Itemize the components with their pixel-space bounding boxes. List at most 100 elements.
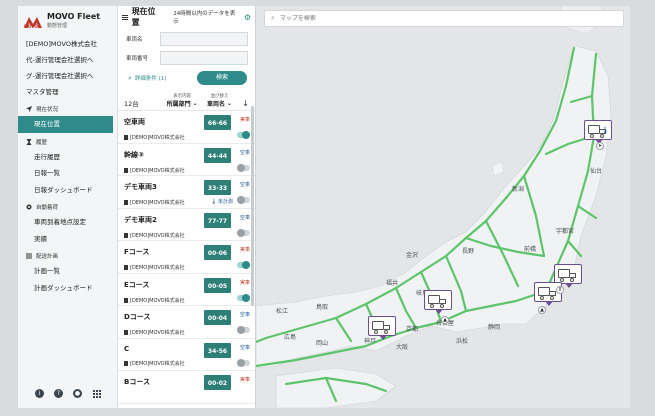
data-range-note: 24時間以内のデータを表示 bbox=[173, 11, 236, 25]
city-label: 長野 bbox=[462, 248, 475, 255]
plate-number: 00-06 bbox=[207, 250, 228, 257]
status-badge: 実車 bbox=[239, 279, 250, 286]
city-label: 鳥取 bbox=[316, 304, 329, 311]
vehicle-toggle[interactable] bbox=[237, 358, 250, 367]
license-plate: 00-02 bbox=[204, 375, 231, 390]
vehicle-company: [DEMO]MOVO株式会社 bbox=[124, 264, 249, 271]
sidebar-item-current-location[interactable]: 現在位置 bbox=[18, 116, 113, 133]
temperature-value: 未計測 bbox=[217, 199, 233, 205]
direction-pin-icon[interactable]: ▲ bbox=[538, 306, 546, 314]
license-plate: 66-66 bbox=[204, 115, 231, 130]
brand-title: MOVO Fleet bbox=[47, 11, 101, 21]
japan-map bbox=[256, 6, 630, 408]
vehicle-list: 空車両 [DEMO]MOVO株式会社 66-66 実車 幹線③ [DEMO]MO… bbox=[118, 111, 255, 404]
brand-subtitle: 動態管理 bbox=[47, 22, 68, 29]
navigation-icon bbox=[26, 106, 32, 112]
brand[interactable]: MOVO MOVO Fleet 動態管理 bbox=[18, 6, 117, 32]
list-header: 12台 表示内容 所属部門 ⌄ 並び替え 車両名 ⌄ ↓ bbox=[118, 89, 255, 111]
sidebar-item-plan-list[interactable]: 計画一覧 bbox=[18, 263, 117, 280]
vehicle-number-input[interactable] bbox=[160, 50, 248, 65]
sidebar-item-plan-dashboard[interactable]: 計画ダッシュボード bbox=[18, 280, 117, 297]
vehicle-row[interactable]: 幹線③ [DEMO]MOVO株式会社 44-44 空車 bbox=[118, 144, 255, 176]
vehicle-company: [DEMO]MOVO株式会社 bbox=[124, 232, 249, 239]
city-label: 岡山 bbox=[316, 340, 329, 347]
display-content-selector[interactable]: 表示内容 所属部門 ⌄ bbox=[163, 93, 200, 108]
city-label: 浜松 bbox=[456, 338, 469, 345]
vehicle-row[interactable]: デモ車両2 [DEMO]MOVO株式会社 77-77 空車 bbox=[118, 209, 255, 241]
sidebar-item-arrival-point-settings[interactable]: 車両到着地点設定 bbox=[18, 214, 117, 231]
user-icon[interactable]: ● bbox=[73, 389, 82, 398]
truck-icon bbox=[558, 269, 570, 278]
company-link[interactable]: [DEMO]MOVO株式会社 bbox=[18, 36, 117, 52]
vehicle-toggle[interactable] bbox=[237, 163, 250, 172]
vehicle-toggle[interactable] bbox=[237, 228, 250, 237]
vehicle-count: 12台 bbox=[124, 100, 139, 108]
info-icon[interactable]: i bbox=[35, 389, 44, 398]
thermometer-icon: 🌡︎ bbox=[210, 198, 217, 205]
vehicle-row[interactable]: Bコース 00-02 実車 bbox=[118, 371, 255, 404]
map-search-input[interactable] bbox=[279, 15, 600, 22]
vehicle-company: [DEMO]MOVO株式会社 bbox=[124, 297, 249, 304]
vehicle-name-input[interactable] bbox=[160, 31, 248, 46]
plate-number: 77-77 bbox=[207, 217, 228, 225]
direction-pin-icon[interactable]: ▲ bbox=[441, 316, 449, 324]
plate-number: 00-05 bbox=[207, 282, 228, 290]
section-auto-arrival: 自動着荷 bbox=[18, 200, 117, 214]
group-company-select-link[interactable]: グ-運行管理会社選択へ bbox=[18, 68, 117, 84]
master-management-link[interactable]: マスタ管理 bbox=[18, 84, 117, 100]
vehicle-row[interactable]: C [DEMO]MOVO株式会社 34-56 空車 bbox=[118, 339, 255, 371]
vehicle-toggle[interactable] bbox=[237, 196, 250, 204]
map-search-bar[interactable]: ⌕ bbox=[264, 10, 624, 27]
menu-toggle-icon[interactable] bbox=[122, 14, 128, 20]
sidebar-item-daily-report-list[interactable]: 日報一覧 bbox=[18, 165, 117, 182]
vehicle-marker[interactable] bbox=[554, 264, 582, 288]
vehicle-toggle[interactable] bbox=[237, 261, 250, 269]
vehicle-row[interactable]: Fコース [DEMO]MOVO株式会社 00-06 実車 bbox=[118, 241, 255, 274]
section-history: 履歴 bbox=[18, 135, 117, 149]
vehicle-row[interactable]: デモ車両3 [DEMO]MOVO株式会社 33-33 空車 🌡︎ 未計測 bbox=[118, 176, 255, 209]
sort-direction-icon[interactable]: ↓ bbox=[242, 99, 249, 108]
sidebar-item-daily-report-dashboard[interactable]: 日報ダッシュボード bbox=[18, 182, 117, 199]
vehicle-toggle[interactable] bbox=[237, 326, 250, 334]
vehicle-row[interactable]: 空車両 [DEMO]MOVO株式会社 66-66 実車 bbox=[118, 111, 255, 144]
license-plate: 00-04 bbox=[204, 310, 231, 325]
direction-pin-icon[interactable]: Ⅱ bbox=[556, 286, 564, 294]
building-icon bbox=[124, 330, 128, 335]
list-scrollbar[interactable] bbox=[251, 106, 254, 306]
vehicle-marker[interactable] bbox=[424, 290, 452, 314]
search-button[interactable]: 検索 bbox=[197, 71, 247, 85]
company-name: [DEMO]MOVO株式会社 bbox=[130, 330, 185, 336]
sort-selector[interactable]: 並び替え 車両名 ⌄ bbox=[201, 93, 238, 108]
vehicle-row[interactable]: Dコース [DEMO]MOVO株式会社 00-04 空車 bbox=[118, 306, 255, 339]
vehicle-row[interactable]: Eコース [DEMO]MOVO株式会社 00-05 実車 bbox=[118, 274, 255, 306]
app-window: MOVO MOVO Fleet 動態管理 [DEMO]MOVO株式会社 代-運行… bbox=[0, 0, 655, 416]
help-icon[interactable]: ? bbox=[54, 389, 63, 398]
sidebar-item-driving-history[interactable]: 走行履歴 bbox=[18, 149, 117, 166]
direction-pin-icon[interactable]: ➤ bbox=[596, 142, 604, 150]
vehicle-company: [DEMO]MOVO株式会社 bbox=[124, 360, 249, 367]
company-name: [DEMO]MOVO株式会社 bbox=[130, 200, 185, 206]
chevron-down-icon: ⌄ bbox=[192, 100, 198, 107]
vehicle-marker[interactable] bbox=[368, 316, 396, 340]
company-name: [DEMO]MOVO株式会社 bbox=[130, 167, 185, 174]
section-delivery-plan: 配送計画 bbox=[18, 249, 117, 263]
sidebar-item-results[interactable]: 実績 bbox=[18, 231, 117, 248]
license-plate: 33-33 bbox=[204, 180, 231, 195]
city-label: 松江 bbox=[276, 308, 289, 315]
vehicle-toggle[interactable] bbox=[237, 131, 250, 139]
building-icon bbox=[124, 297, 128, 303]
vehicle-toggle[interactable] bbox=[237, 293, 250, 302]
map-view[interactable]: ⌕ 新潟 仙台 静岡 岐阜 長野 前橋 宇都宮 福井 金沢 名古屋 神戸 大阪 … bbox=[256, 6, 630, 408]
vehicle-marker[interactable]: 🌡︎ bbox=[584, 120, 612, 144]
city-label: 神戸 bbox=[364, 338, 377, 345]
apps-icon[interactable] bbox=[92, 389, 101, 398]
company-name: [DEMO]MOVO株式会社 bbox=[130, 135, 185, 141]
panel-header: 現在位置 24時間以内のデータを表示 ⚙ bbox=[118, 6, 255, 28]
agency-company-select-link[interactable]: 代-運行管理会社選択へ bbox=[18, 52, 117, 68]
section-label: 履歴 bbox=[36, 139, 48, 146]
gear-icon[interactable]: ⚙ bbox=[244, 13, 251, 22]
company-name: [DEMO]MOVO株式会社 bbox=[130, 297, 185, 304]
department-label: 所属部門 bbox=[166, 101, 191, 108]
advanced-conditions-link[interactable]: ⌕ 詳細条件 (1) bbox=[128, 74, 166, 83]
list-icon bbox=[26, 253, 32, 259]
